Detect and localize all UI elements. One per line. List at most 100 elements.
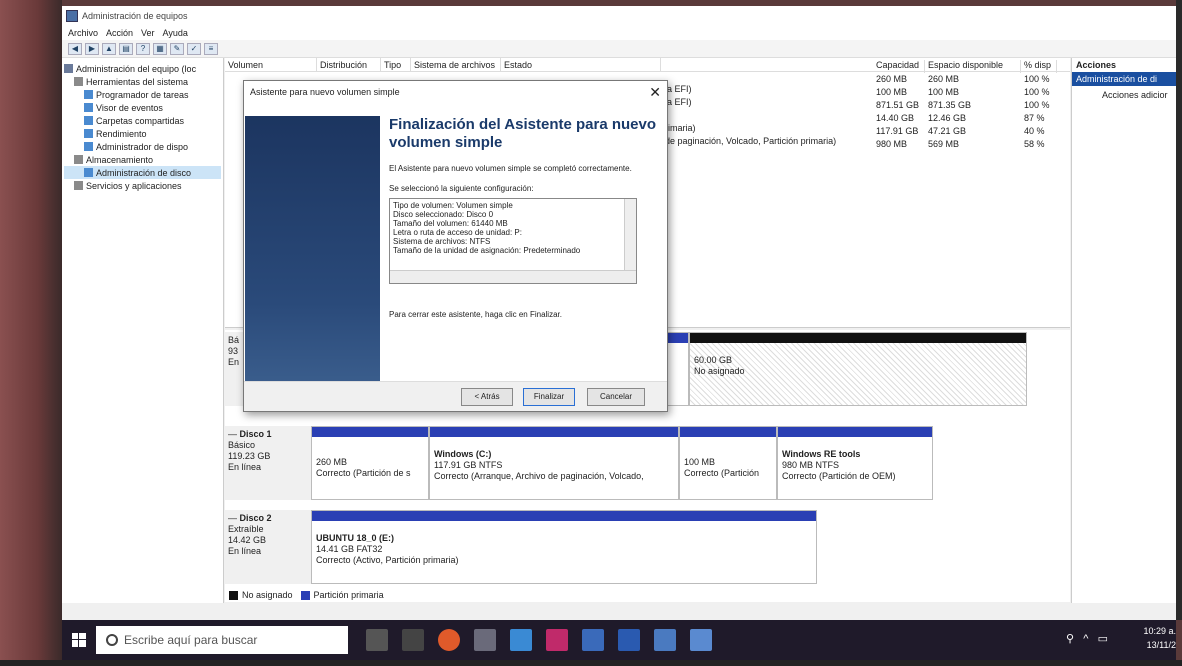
toolbar: ◀ ▶ ▲ ▤ ? ▦ ✎ ✓ ≡ (62, 40, 1176, 58)
disk-1-recovery-partition[interactable]: 100 MB Correcto (Partición (679, 426, 777, 500)
search-placeholder: Escribe aquí para buscar (124, 633, 258, 647)
actions-disk-management[interactable]: Administración de di (1072, 72, 1176, 86)
col-tipo[interactable]: Tipo (381, 58, 411, 71)
taskbar-search-box[interactable]: Escribe aquí para buscar (96, 626, 348, 654)
tree-item[interactable]: Administración del equipo (loc (64, 62, 221, 75)
menu-accion[interactable]: Acción (106, 28, 133, 38)
monitor-bezel (0, 0, 62, 666)
tree-item[interactable]: Almacenamiento (64, 153, 221, 166)
volume-status-cell: la EFI) (665, 97, 692, 107)
config-line: Tamaño del volumen: 61440 MB (393, 219, 508, 228)
actions-more[interactable]: Acciones adicior (1072, 86, 1176, 100)
disk-0-unallocated[interactable]: 60.00 GB No asignado (689, 332, 1027, 406)
tree-item[interactable]: Carpetas compartidas (64, 114, 221, 127)
clock[interactable]: 10:29 a. 13/11/2 (1116, 624, 1176, 652)
col-distribucion[interactable]: Distribución (317, 58, 381, 71)
properties-icon[interactable]: ✎ (170, 42, 184, 55)
menu-ver[interactable]: Ver (141, 28, 155, 38)
capacity-header[interactable]: Espacio disponible (925, 60, 1021, 73)
chrome-icon[interactable] (438, 629, 460, 651)
menu-bar: Archivo Acción Ver Ayuda (62, 26, 1176, 40)
config-summary-box[interactable]: Tipo de volumen: Volumen simple Disco se… (389, 198, 637, 284)
col-estado[interactable]: Estado (501, 58, 661, 71)
app-icon (66, 10, 78, 22)
help-icon[interactable]: ? (136, 42, 150, 55)
capacity-cell: 58 % (1024, 139, 1045, 149)
back-button[interactable]: < Atrás (461, 388, 513, 406)
capacity-cell: 100 MB (928, 87, 960, 97)
disk-2-state: En línea (228, 546, 262, 556)
disk-1-size: 119.23 GB (228, 451, 271, 461)
windows-start-icon[interactable] (62, 620, 96, 660)
disk-1-windows-partition[interactable]: Windows (C:) 117.91 GB NTFS Correcto (Ar… (429, 426, 679, 500)
word-icon[interactable] (618, 629, 640, 651)
view-icon[interactable]: ▦ (153, 42, 167, 55)
capacity-cell: 87 % (1024, 113, 1045, 123)
capacity-cell: 980 MB (876, 139, 908, 149)
volume-status-cell: rimaria) (665, 123, 696, 133)
part-size: 980 MB NTFS (782, 460, 840, 470)
menu-archivo[interactable]: Archivo (68, 28, 98, 38)
disk-1-type: Básico (228, 440, 256, 450)
tree-item[interactable]: Programador de tareas (64, 88, 221, 101)
up-icon[interactable]: ▲ (102, 42, 116, 55)
disk-2-row[interactable]: — Disco 2 Extraíble 14.42 GB En línea UB… (225, 510, 817, 584)
cancel-button[interactable]: Cancelar (587, 388, 645, 406)
part-status: Correcto (Arranque, Archivo de paginació… (434, 471, 644, 481)
disk-2-ubuntu-partition[interactable]: UBUNTU 18_0 (E:) 14.41 GB FAT32 Correcto… (311, 510, 817, 584)
tree-item-label: Programador de tareas (96, 89, 189, 100)
capacity-header[interactable]: % disp (1021, 60, 1057, 73)
capacity-cell: 117.91 GB (876, 126, 919, 136)
tree-item[interactable]: Administración de disco (64, 166, 221, 179)
list-icon[interactable]: ≡ (204, 42, 218, 55)
unallocated-size: 60.00 GB (694, 355, 733, 365)
file-explorer-icon[interactable] (510, 629, 532, 651)
disk-1-name: Disco 1 (239, 429, 272, 439)
tree-item[interactable]: Herramientas del sistema (64, 75, 221, 88)
tree-item[interactable]: Visor de eventos (64, 101, 221, 114)
app-icon-2[interactable] (654, 629, 676, 651)
col-volumen[interactable]: Volumen (225, 58, 317, 71)
config-line: Tamaño de la unidad de asignación: Prede… (393, 246, 581, 255)
microphone-icon[interactable] (366, 629, 388, 651)
drive-icon[interactable] (474, 629, 496, 651)
dialog-heading: Finalización del Asistente para nuevo vo… (389, 116, 657, 151)
part-status: Correcto (Partición de OEM) (782, 471, 896, 481)
tree-item[interactable]: Rendimiento (64, 127, 221, 140)
vertical-scrollbar[interactable] (624, 199, 636, 271)
tree-item-label: Herramientas del sistema (86, 76, 189, 87)
part-title: UBUNTU 18_0 (E:) (316, 533, 395, 543)
app-icon[interactable] (582, 629, 604, 651)
actions-pane: Acciones Administración de di Acciones a… (1071, 58, 1176, 603)
close-icon[interactable]: ✕ (649, 84, 661, 101)
disk-2-label: — Disco 2 Extraíble 14.42 GB En línea (225, 510, 311, 584)
tree-item-label: Administrador de dispo (96, 141, 189, 152)
disk-management-taskbar-icon[interactable] (690, 629, 712, 651)
back-icon[interactable]: ◀ (68, 42, 82, 55)
disk-1-row[interactable]: — Disco 1 Básico 119.23 GB En línea 260 … (225, 426, 933, 500)
tree-item-icon (84, 168, 93, 177)
task-view-icon[interactable] (402, 629, 424, 651)
part-size: 117.91 GB NTFS (434, 460, 503, 470)
dialog-completion-text: El Asistente para nuevo volumen simple s… (389, 164, 632, 173)
tree-item[interactable]: Administrador de dispo (64, 140, 221, 153)
tree-item-label: Servicios y aplicaciones (86, 180, 182, 191)
finish-button[interactable]: Finalizar (523, 388, 575, 406)
tree-item[interactable]: Servicios y aplicaciones (64, 179, 221, 192)
check-icon[interactable]: ✓ (187, 42, 201, 55)
menu-ayuda[interactable]: Ayuda (163, 28, 188, 38)
disk-1-re-tools-partition[interactable]: Windows RE tools 980 MB NTFS Correcto (P… (777, 426, 933, 500)
disk-1-efi-partition[interactable]: 260 MB Correcto (Partición de s (311, 426, 429, 500)
volume-status-cell: la EFI) (665, 84, 692, 94)
config-line: Disco seleccionado: Disco 0 (393, 210, 494, 219)
part-size: 14.41 GB FAT32 (316, 544, 383, 554)
forward-icon[interactable]: ▶ (85, 42, 99, 55)
capacity-header[interactable]: Capacidad (873, 60, 925, 73)
screen: Administración de equipos Archivo Acción… (62, 6, 1176, 620)
horizontal-scrollbar[interactable] (390, 270, 636, 283)
window-title: Administración de equipos (82, 11, 188, 21)
media-app-icon[interactable] (546, 629, 568, 651)
tree-toggle-icon[interactable]: ▤ (119, 42, 133, 55)
system-tray[interactable]: ⚲ ^ ▭ (1066, 632, 1108, 645)
col-sistema-archivos[interactable]: Sistema de archivos (411, 58, 501, 71)
